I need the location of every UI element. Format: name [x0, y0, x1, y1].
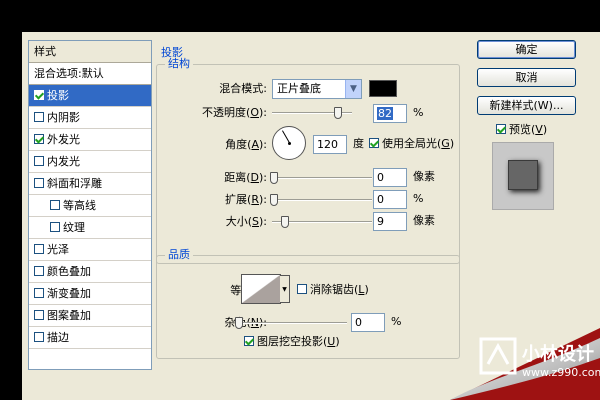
style-item-label: 外发光: [47, 133, 80, 146]
style-item[interactable]: 渐变叠加: [29, 283, 151, 305]
global-light-checkbox[interactable]: 使用全局光(G): [369, 136, 454, 152]
layer-knockout-check-icon: [244, 336, 254, 346]
angle-unit: 度: [353, 137, 364, 150]
structure-title: 结构: [165, 57, 193, 71]
unchecked-checkbox-icon[interactable]: [34, 244, 44, 254]
style-item[interactable]: 内发光: [29, 151, 151, 173]
cancel-button[interactable]: 取消: [477, 68, 576, 87]
distance-label: 距离(D):: [224, 171, 267, 184]
unchecked-checkbox-icon[interactable]: [34, 288, 44, 298]
style-item-label: 内阴影: [47, 111, 80, 124]
opacity-slider-thumb[interactable]: [333, 107, 342, 119]
structure-group: 结构 混合模式: 正片叠底 ▼ 不透明度(O): 82 % 角度(A): 120…: [156, 57, 460, 264]
style-item-label: 颜色叠加: [47, 265, 91, 278]
styles-list-header: 样式: [29, 41, 151, 63]
spread-slider-thumb[interactable]: [270, 194, 278, 206]
opacity-input[interactable]: 82: [373, 104, 407, 123]
style-item[interactable]: 纹理: [29, 217, 151, 239]
size-label: 大小(S):: [225, 215, 267, 228]
style-item[interactable]: 描边: [29, 327, 151, 349]
noise-input[interactable]: 0: [351, 313, 385, 332]
size-unit: 像素: [413, 214, 435, 227]
distance-slider[interactable]: [270, 170, 372, 186]
style-item[interactable]: 颜色叠加: [29, 261, 151, 283]
checked-checkbox-icon[interactable]: [34, 90, 44, 100]
size-slider-thumb[interactable]: [281, 216, 289, 228]
style-item[interactable]: 图案叠加: [29, 305, 151, 327]
blend-options-item[interactable]: 混合选项:默认: [29, 63, 151, 85]
unchecked-checkbox-icon[interactable]: [34, 310, 44, 320]
style-item-label: 斜面和浮雕: [47, 177, 102, 190]
style-item[interactable]: 内阴影: [29, 107, 151, 129]
blend-mode-select[interactable]: 正片叠底 ▼: [272, 79, 362, 99]
unchecked-checkbox-icon[interactable]: [34, 156, 44, 166]
noise-slider-thumb[interactable]: [235, 317, 244, 329]
unchecked-checkbox-icon[interactable]: [34, 266, 44, 276]
spread-unit: %: [413, 192, 424, 205]
noise-slider[interactable]: [235, 315, 347, 331]
chevron-down-icon: ▼: [345, 80, 361, 98]
anti-alias-check-icon: [297, 284, 307, 294]
distance-slider-thumb[interactable]: [270, 172, 278, 184]
spread-label: 扩展(R):: [225, 193, 267, 206]
style-item-label: 投影: [47, 89, 69, 102]
watermark-url: www.z990.com: [522, 366, 600, 379]
spread-input[interactable]: 0: [373, 190, 407, 209]
shadow-color-swatch[interactable]: [369, 80, 397, 97]
styles-list: 样式 混合选项:默认 投影内阴影外发光内发光斜面和浮雕等高线纹理光泽颜色叠加渐变…: [28, 40, 152, 370]
style-item-label: 光泽: [47, 243, 69, 256]
noise-unit: %: [391, 315, 402, 328]
style-item[interactable]: 光泽: [29, 239, 151, 261]
opacity-unit: %: [413, 106, 424, 119]
contour-picker[interactable]: ▼: [241, 274, 290, 304]
blend-mode-value: 正片叠底: [277, 82, 321, 95]
spread-slider[interactable]: [270, 192, 372, 208]
chevron-down-icon[interactable]: ▼: [280, 275, 290, 303]
unchecked-checkbox-icon[interactable]: [34, 332, 44, 342]
style-item-label: 内发光: [47, 155, 80, 168]
style-item[interactable]: 等高线: [29, 195, 151, 217]
preview-checkbox[interactable]: 预览(V): [496, 122, 547, 138]
preview-thumbnail: [508, 160, 538, 190]
quality-title: 品质: [165, 248, 193, 262]
layer-knockout-checkbox[interactable]: 图层挖空投影(U): [244, 334, 340, 350]
style-preview: [492, 142, 554, 210]
new-style-button[interactable]: 新建样式(W)...: [477, 96, 576, 115]
unchecked-checkbox-icon[interactable]: [34, 178, 44, 188]
style-item-label: 等高线: [63, 199, 96, 212]
watermark: 小林设计 www.z990.com: [460, 334, 600, 400]
global-light-check-icon: [369, 138, 379, 148]
opacity-slider[interactable]: [272, 105, 352, 121]
angle-input[interactable]: 120: [313, 135, 347, 154]
style-item-label: 纹理: [63, 221, 85, 234]
style-item-label: 图案叠加: [47, 309, 91, 322]
ok-button[interactable]: 确定: [477, 40, 576, 59]
watermark-name: 小林设计: [522, 344, 594, 365]
style-item-label: 描边: [47, 331, 69, 344]
distance-input[interactable]: 0: [373, 168, 407, 187]
anti-alias-checkbox[interactable]: 消除锯齿(L): [297, 282, 369, 298]
style-item-label: 渐变叠加: [47, 287, 91, 300]
angle-dial[interactable]: [272, 126, 306, 160]
blend-mode-label: 混合模式:: [219, 82, 267, 95]
size-slider[interactable]: [272, 214, 372, 230]
style-item[interactable]: 投影: [29, 85, 151, 107]
style-item[interactable]: 斜面和浮雕: [29, 173, 151, 195]
unchecked-checkbox-icon[interactable]: [50, 200, 60, 210]
unchecked-checkbox-icon[interactable]: [34, 112, 44, 122]
size-input[interactable]: 9: [373, 212, 407, 231]
distance-unit: 像素: [413, 170, 435, 183]
unchecked-checkbox-icon[interactable]: [50, 222, 60, 232]
checked-checkbox-icon[interactable]: [34, 134, 44, 144]
style-item[interactable]: 外发光: [29, 129, 151, 151]
preview-check-icon: [496, 124, 506, 134]
angle-label: 角度(A):: [225, 138, 267, 151]
opacity-label: 不透明度(O):: [202, 106, 267, 119]
watermark-logo-icon: [479, 337, 517, 375]
